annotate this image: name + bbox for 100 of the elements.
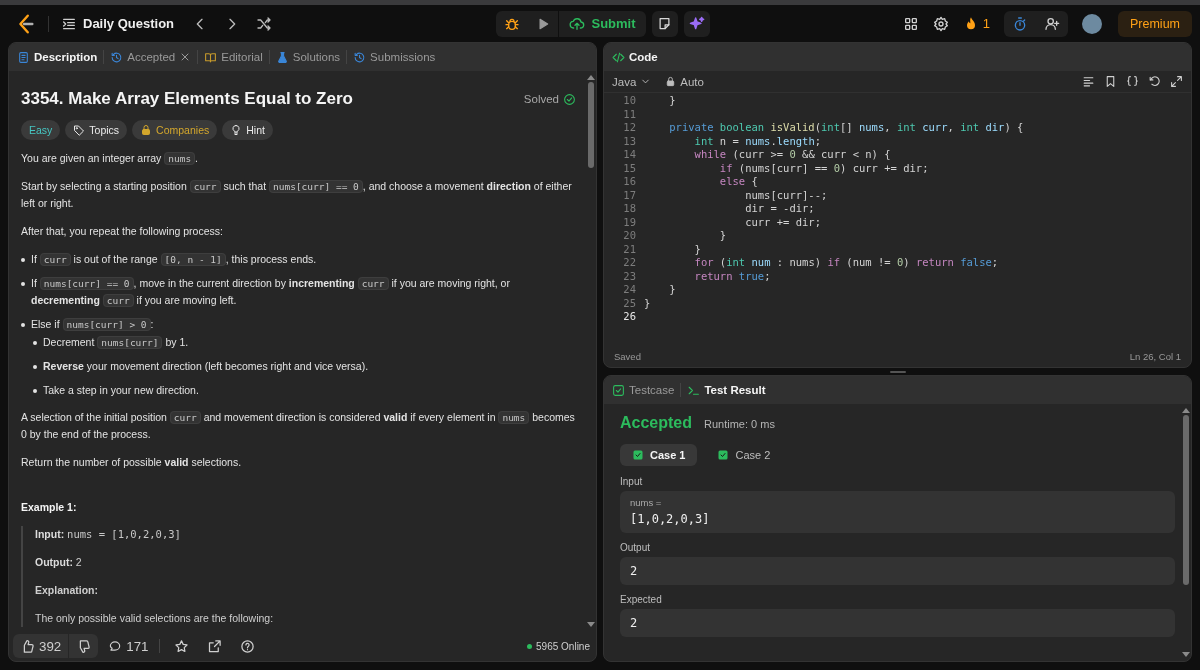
panel-tab[interactable]: Test Result [687, 383, 766, 397]
panel-tab[interactable]: Editorial [204, 50, 263, 64]
save-status: Saved [614, 350, 641, 362]
online-dot [527, 643, 533, 649]
layout-icon[interactable] [902, 15, 919, 32]
line-number: 12 [622, 121, 636, 135]
runtime: Runtime: 0 ms [704, 418, 775, 430]
list-item-text: Decrement nums[curr] by 1. [43, 335, 189, 351]
line-number: 10 [622, 94, 636, 108]
format-icon[interactable] [1082, 75, 1095, 88]
bullet-dot [21, 258, 25, 262]
case-tab[interactable]: Case 2 [705, 444, 783, 466]
submit-button[interactable]: Submit [558, 10, 646, 37]
share-icon[interactable] [206, 638, 222, 654]
checkbox-icon [612, 383, 625, 397]
add-user-icon [1044, 15, 1060, 32]
document-icon [17, 50, 30, 64]
problem-list-button[interactable]: Daily Question [61, 15, 175, 32]
description-paragraph: Return the number of possible valid selections. [21, 455, 243, 470]
comment-icon [108, 639, 123, 653]
line-number: 11 [622, 107, 636, 121]
code-line: } [668, 283, 676, 297]
streak-counter[interactable]: 1 [962, 15, 990, 32]
language-dropdown[interactable]: Java [612, 75, 652, 88]
code-line: if (nums[curr] == 0) curr += dir; [718, 161, 929, 175]
bullet-dot [33, 389, 37, 393]
list-item-text: Else if nums[curr] > 0 : [31, 317, 154, 333]
example-text: Input: nums = [1,0,2,0,3] [35, 527, 182, 542]
line-number: 15 [622, 161, 636, 175]
help-icon[interactable] [239, 638, 255, 654]
premium-button[interactable]: Premium [1118, 10, 1192, 37]
code-line: else { [718, 175, 758, 189]
line-number: 18 [622, 202, 636, 216]
list-item-text: If nums[curr] == 0 , move in the current direction by incrementing curr if you are moving right, or decrementing curr if you are moving left. [31, 276, 511, 309]
lock-icon [665, 76, 677, 87]
settings-icon[interactable] [932, 15, 949, 32]
section-label: Input [620, 476, 644, 487]
resize-handle[interactable] [889, 370, 906, 373]
flask-icon [275, 50, 289, 64]
code-line: int n = nums.length; [693, 134, 822, 148]
auto-mode-button[interactable]: Auto [665, 75, 704, 88]
companies-tag[interactable]: Companies [132, 120, 218, 140]
online-count: 5965 Online [536, 640, 590, 652]
book-icon [204, 50, 218, 64]
avatar[interactable] [1082, 13, 1102, 34]
param-value: [1,0,2,0,3] [630, 511, 711, 527]
line-number: 16 [622, 175, 636, 189]
panel-tab[interactable]: Accepted [110, 50, 176, 64]
code-line: curr += dir; [744, 215, 821, 229]
code-line: private boolean isValid(int[] nums, int curr, int dir) { [668, 121, 1024, 135]
difficulty-tag[interactable]: Easy [21, 120, 61, 140]
hint-tag[interactable]: Hint [222, 120, 273, 140]
section-label: Output [620, 542, 652, 553]
panel-title: Code [612, 50, 658, 64]
cursor-position: Ln 26, Col 1 [1129, 350, 1181, 362]
expand-icon[interactable] [1170, 75, 1183, 88]
example-heading: Example 1: [21, 500, 78, 515]
play-icon [536, 16, 551, 31]
note-icon [657, 16, 673, 31]
description-paragraph: Start by selecting a starting position curr such that nums[curr] == 0 , and choose a movement direction of either left or right. [21, 179, 573, 211]
bookmark-icon[interactable] [1104, 75, 1117, 88]
line-number: 22 [622, 256, 636, 270]
line-number: 26 [622, 310, 636, 324]
case-tab[interactable]: Case 1 [620, 444, 698, 466]
lock-icon [140, 124, 153, 136]
example-text: The only possible valid selections are the following: [35, 611, 275, 626]
solved-status: Solved [523, 90, 576, 108]
list-item-text: Take a step in your new direction. [43, 383, 199, 398]
star-icon[interactable] [173, 638, 189, 654]
cloud-upload-icon [569, 15, 586, 32]
line-number: 19 [622, 215, 636, 229]
panel-tab[interactable]: Description [17, 50, 98, 64]
expected-box: 2 [620, 609, 1175, 637]
param-name: nums = [630, 497, 663, 508]
panel-tab[interactable]: Solutions [275, 50, 341, 64]
problem-title: 3354. Make Array Elements Equal to Zero [21, 88, 353, 110]
example-text: Output: 2 [35, 555, 83, 570]
ai-assistant-button[interactable] [683, 10, 710, 37]
comments-button[interactable]: 171 [108, 638, 149, 654]
topics-tag[interactable]: Topics [65, 120, 128, 140]
panel-tab[interactable]: Testcase [612, 383, 675, 397]
description-paragraph: A selection of the initial position curr and movement direction is considered valid if every element in nums becomes 0 by the end of the process. [21, 410, 576, 442]
section-label: Expected [620, 594, 663, 605]
code-line: while (curr >= 0 && curr < n) { [693, 148, 891, 162]
code-line: } [644, 296, 651, 310]
shuffle-icon[interactable] [256, 15, 273, 32]
lightbulb-icon [230, 124, 243, 136]
sparkle-icon [688, 15, 705, 32]
bullet-dot [21, 282, 25, 286]
code-line: } [718, 229, 727, 243]
code-line: return true; [693, 269, 771, 283]
braces-icon[interactable] [1126, 75, 1139, 88]
bullet-dot [21, 323, 25, 327]
line-number: 24 [622, 283, 636, 297]
line-number: 21 [622, 242, 636, 256]
line-number: 13 [622, 134, 636, 148]
example-text: Explanation: [35, 583, 99, 598]
panel-tab[interactable]: Submissions [353, 50, 436, 64]
notes-button[interactable] [651, 10, 678, 37]
undo-icon[interactable] [1148, 75, 1161, 88]
